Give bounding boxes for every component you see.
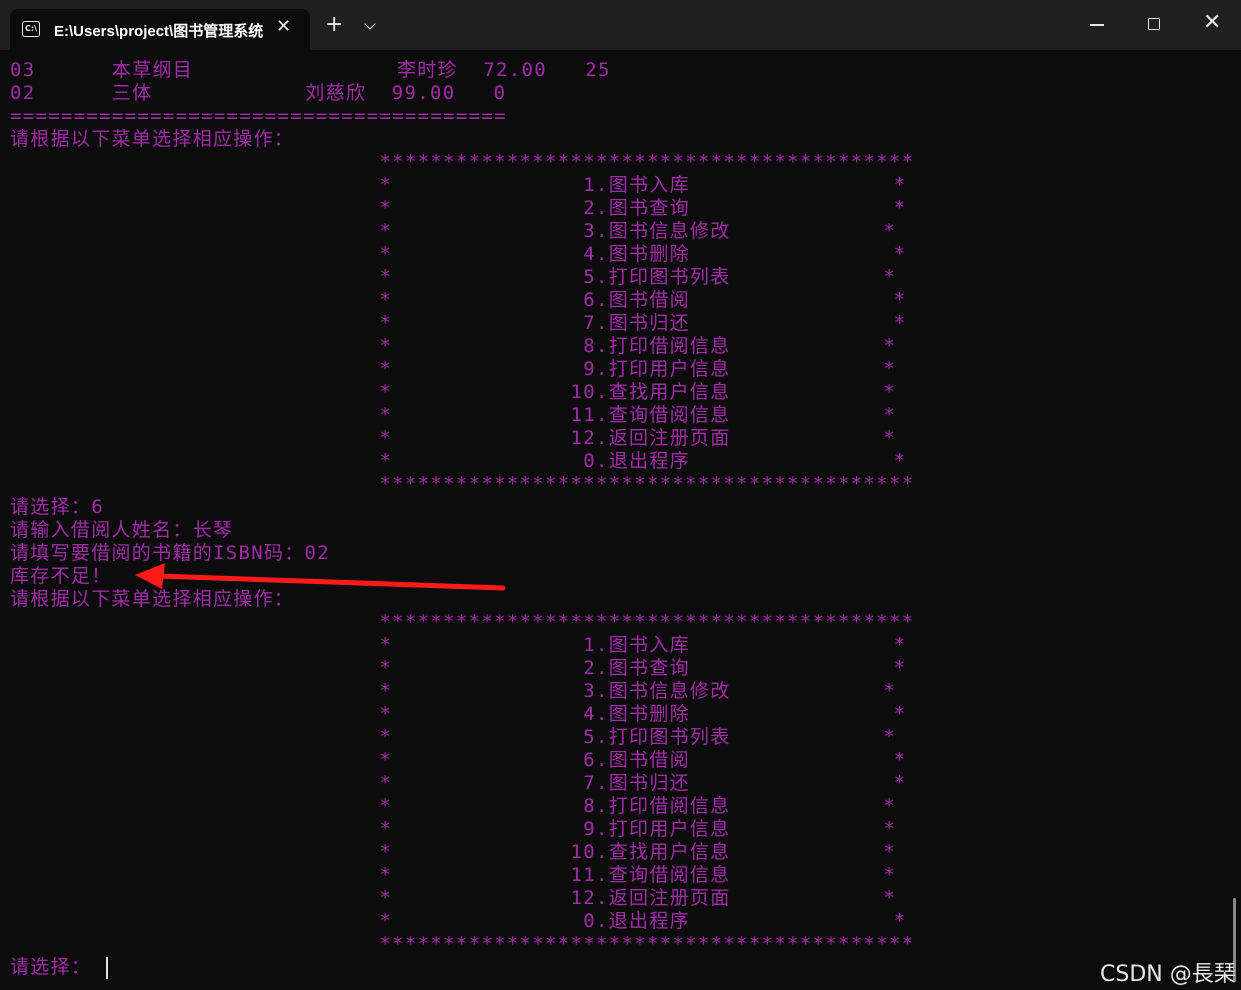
watermark: CSDN @長琹 (1100, 962, 1236, 987)
annotation-arrow (135, 563, 506, 591)
